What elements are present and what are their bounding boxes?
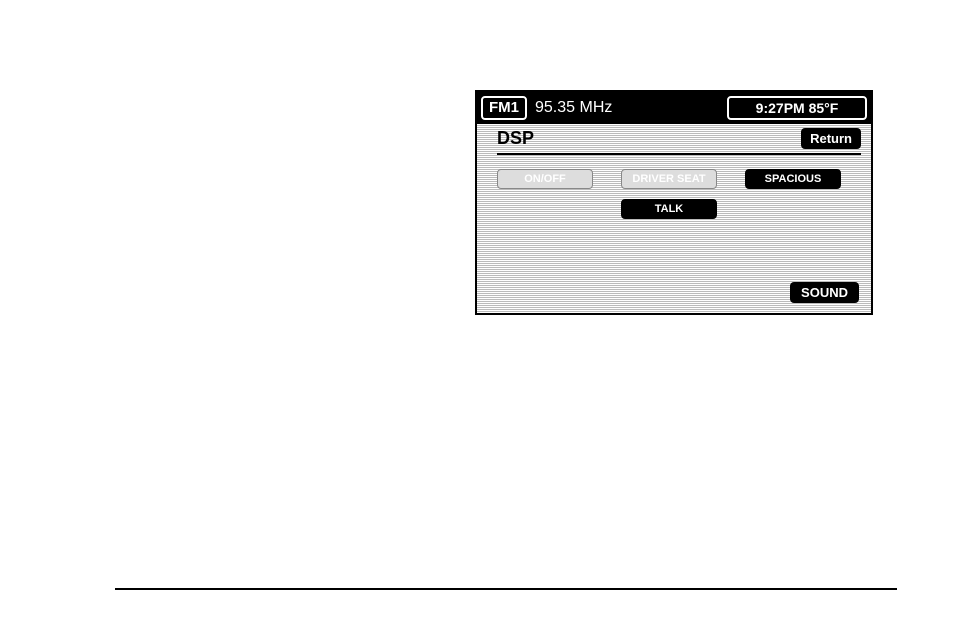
talk-button[interactable]: TALK [621, 199, 717, 219]
spacious-button[interactable]: SPACIOUS [745, 169, 841, 189]
dsp-screen: FM1 95.35 MHz 9:27PM 85°F DSP Return ON/… [475, 90, 873, 315]
onoff-button[interactable]: ON/OFF [497, 169, 593, 189]
top-bar: FM1 95.35 MHz 9:27PM 85°F [477, 92, 871, 124]
clock-temp-display: 9:27PM 85°F [727, 96, 867, 120]
page-divider [115, 588, 897, 590]
return-button[interactable]: Return [801, 128, 861, 149]
driver-seat-button[interactable]: DRIVER SEAT [621, 169, 717, 189]
page-title: DSP [497, 128, 534, 149]
content-area: DSP Return ON/OFF DRIVER SEAT SPACIOUS T… [477, 124, 871, 313]
band-indicator: FM1 [481, 96, 527, 120]
sound-button[interactable]: SOUND [790, 282, 859, 303]
frequency-display: 95.35 MHz [535, 99, 612, 117]
